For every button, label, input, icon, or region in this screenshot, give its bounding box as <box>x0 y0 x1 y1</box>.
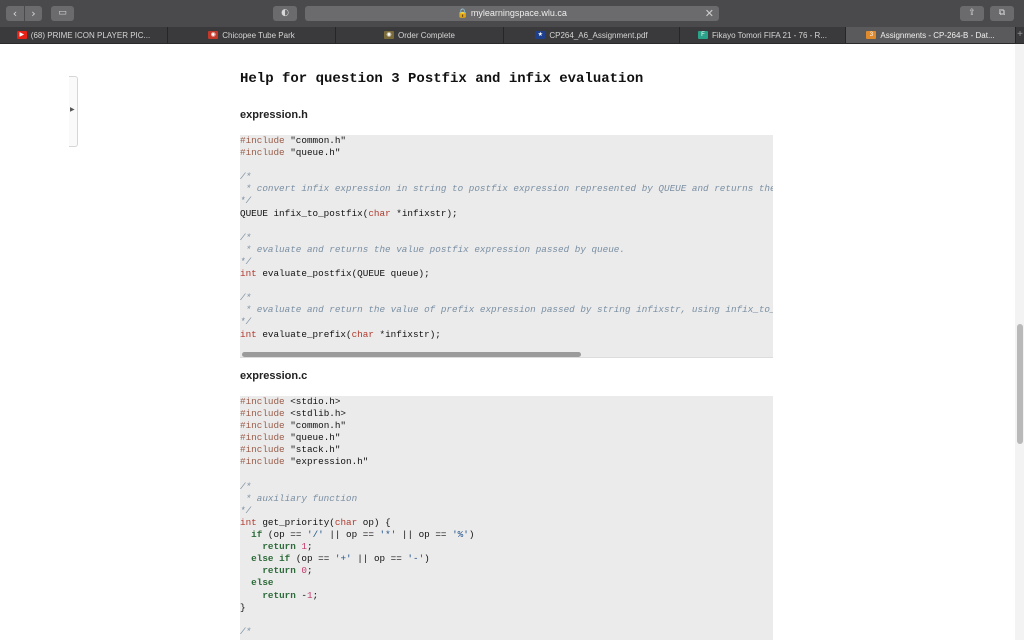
code-block-expression-c[interactable]: #include <stdio.h> #include <stdlib.h> #… <box>240 396 773 640</box>
site-icon: ◉ <box>384 31 395 39</box>
file-heading-expression-c: expression.c <box>240 370 308 382</box>
tab-label: Chicopee Tube Park <box>222 30 295 40</box>
shield-icon[interactable]: ◐ <box>273 6 297 21</box>
tab-1[interactable]: ◉ Chicopee Tube Park <box>168 27 336 43</box>
sidebar-expand-handle[interactable]: ▶ <box>69 76 78 147</box>
forward-button[interactable]: › <box>24 6 42 21</box>
tab-label: Order Complete <box>398 30 455 40</box>
address-bar[interactable]: 🔒 mylearningspace.wlu.ca ✕ <box>305 6 719 21</box>
code-text: #include "common.h" #include "queue.h" /… <box>240 135 773 340</box>
divider <box>240 357 773 358</box>
sidebar-toggle-button[interactable]: ▭ <box>51 6 74 21</box>
code-block-expression-h[interactable]: #include "common.h" #include "queue.h" /… <box>240 135 773 358</box>
tab-label: (68) PRIME ICON PLAYER PIC... <box>30 30 151 40</box>
url-text: 🔒 mylearningspace.wlu.ca <box>457 8 567 18</box>
page-title: Help for question 3 Postfix and infix ev… <box>240 71 644 87</box>
close-icon[interactable]: ✕ <box>705 6 714 21</box>
d2l-icon: 3 <box>866 31 877 39</box>
nav-buttons: ‹ › <box>6 6 42 21</box>
file-heading-expression-h: expression.h <box>240 109 308 121</box>
code-text: #include <stdio.h> #include <stdlib.h> #… <box>240 396 475 637</box>
tab-label: Fikayo Tomori FIFA 21 - 76 - R... <box>712 30 827 40</box>
page-content: ▶ Help for question 3 Postfix and infix … <box>0 44 1024 640</box>
site-icon: ◉ <box>208 31 219 39</box>
youtube-icon: ▶ <box>16 31 27 39</box>
back-button[interactable]: ‹ <box>6 6 24 21</box>
tab-label: CP264_A6_Assignment.pdf <box>549 30 648 40</box>
new-tab-button[interactable]: + <box>1016 27 1024 43</box>
pdf-icon: ★ <box>535 31 546 39</box>
tab-label: Assignments - CP-264-B - Dat... <box>880 30 995 40</box>
tab-4[interactable]: F Fikayo Tomori FIFA 21 - 76 - R... <box>680 27 846 43</box>
tab-3[interactable]: ★ CP264_A6_Assignment.pdf <box>504 27 680 43</box>
tab-2[interactable]: ◉ Order Complete <box>336 27 504 43</box>
tab-bar: ▶ (68) PRIME ICON PLAYER PIC... ◉ Chicopee … <box>0 27 1024 44</box>
share-button[interactable]: ⇪ <box>960 6 984 21</box>
browser-toolbar: ‹ › ▭ ◐ 🔒 mylearningspace.wlu.ca ✕ ⇪ ⧉ <box>0 0 1024 27</box>
futbin-icon: F <box>698 31 708 39</box>
scroll-thumb[interactable] <box>1017 324 1023 444</box>
chevron-right-icon: ▶ <box>70 107 75 113</box>
tab-0[interactable]: ▶ (68) PRIME ICON PLAYER PIC... <box>0 27 168 43</box>
tabs-overview-button[interactable]: ⧉ <box>990 6 1014 21</box>
page-scrollbar[interactable] <box>1015 44 1024 640</box>
tab-5[interactable]: 3 Assignments - CP-264-B - Dat... <box>846 27 1016 43</box>
